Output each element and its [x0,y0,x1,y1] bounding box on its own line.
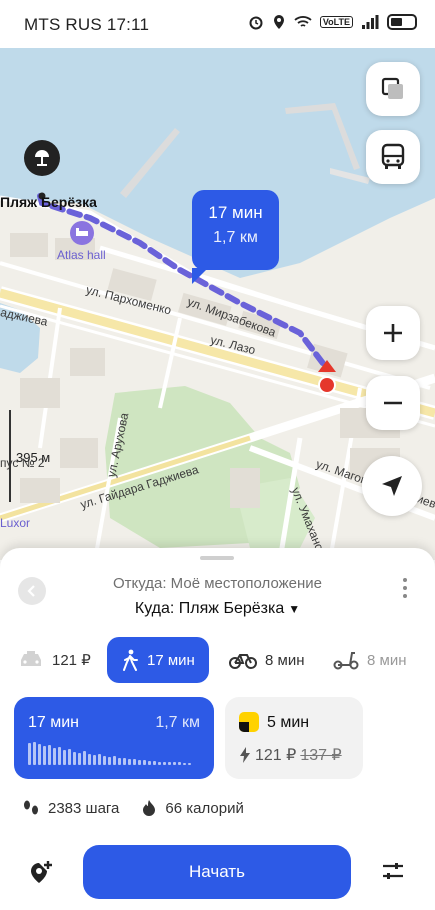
more-options-button[interactable] [403,578,407,598]
walk-stats: 2383 шага 66 калорий [22,799,244,817]
flame-icon [143,800,156,816]
route-sheet: Откуда: Моё местоположение Куда: Пляж Бе… [0,548,435,910]
mode-bicycle[interactable]: 8 мин [229,637,305,683]
scale-label: 395 м [16,450,51,465]
route-to[interactable]: Куда: Пляж Берёзка ▼ [0,600,435,618]
mode-bicycle-label: 8 мин [265,651,305,669]
route-settings-button[interactable] [381,861,405,886]
status-bar: MTS RUS 17:11 VoLTE [0,0,435,48]
pin-add-icon [31,861,52,883]
mode-taxi-label: 121 ₽ [52,652,91,669]
eta-time: 17 мин [208,203,263,222]
mode-walk[interactable]: 17 мин [107,637,209,683]
taxi-old-price: 137 ₽ [300,747,342,764]
steps-stat: 2383 шага [22,799,119,817]
steps-label: 2383 шага [48,799,120,817]
mode-walk-label: 17 мин [147,651,195,669]
layers-icon [381,77,403,99]
walk-icon [123,649,138,671]
transport-modes: 121 ₽ 17 мин 8 мин 8 мин [0,637,435,683]
bicycle-icon [229,654,257,669]
my-location-button[interactable] [362,456,422,516]
zoom-out-button[interactable] [366,376,420,430]
hotel-icon[interactable] [70,221,94,245]
poi-atlas-label: Atlas hall [57,248,106,262]
route-from[interactable]: Откуда: Моё местоположение [0,575,435,592]
battery-icon [387,14,417,30]
minus-icon [384,401,402,405]
bottom-actions: Начать [0,845,435,901]
mode-scooter-label: 8 мин [367,651,407,669]
layers-button[interactable] [366,62,420,116]
scale-bar [9,410,11,502]
wifi-icon [294,16,312,27]
place-label: Пляж Берёзка [0,194,97,210]
walk-route-card[interactable]: 17 мин 1,7 км [14,697,214,779]
taxi-price-value: 121 ₽ [255,747,297,764]
lightning-icon [240,747,250,763]
poi-label: Luxor [0,516,31,530]
taxi-time: 5 мин [267,714,310,731]
transit-button[interactable] [366,130,420,184]
status-icons: VoLTE [248,14,417,30]
taxi-route-card[interactable]: 5 мин 121 ₽ 137 ₽ [225,697,363,779]
mode-scooter[interactable]: 8 мин [333,637,407,683]
yandex-go-icon [239,712,259,732]
beach-pin-icon[interactable] [24,140,60,176]
eta-bubble[interactable]: 17 мин 1,7 км [192,190,279,284]
calories-stat: 66 калорий [141,799,244,817]
start-button[interactable]: Начать [83,845,351,899]
walk-distance: 1,7 км [155,714,200,731]
sheet-handle[interactable] [200,556,234,560]
walk-time: 17 мин [28,714,80,731]
footprints-icon [24,800,38,815]
carrier-time: MTS RUS 17:11 [24,15,150,34]
scooter-icon [333,652,359,670]
route-to-label: Куда: Пляж Берёзка [134,600,285,617]
taxi-icon [21,651,41,666]
alarm-icon [249,16,263,30]
plus-icon [384,324,402,342]
bus-icon [381,143,405,169]
current-location-marker [318,360,336,394]
sliders-icon [383,863,403,879]
zoom-in-button[interactable] [366,306,420,360]
navigation-arrow-icon [382,476,402,496]
add-waypoint-button[interactable] [28,859,54,890]
volte-badge: VoLTE [319,16,353,28]
location-icon [273,15,284,29]
mode-taxi[interactable]: 121 ₽ [18,637,91,683]
taxi-price: 121 ₽ 137 ₽ [239,745,342,765]
map-view[interactable]: Пляж Берёзка Atlas hall ул. Пархоменко у… [0,48,435,560]
calories-label: 66 калорий [165,799,244,817]
elevation-profile [28,739,191,765]
eta-distance: 1,7 км [213,229,258,246]
signal-icon [362,15,379,29]
caret-down-icon: ▼ [288,602,301,616]
